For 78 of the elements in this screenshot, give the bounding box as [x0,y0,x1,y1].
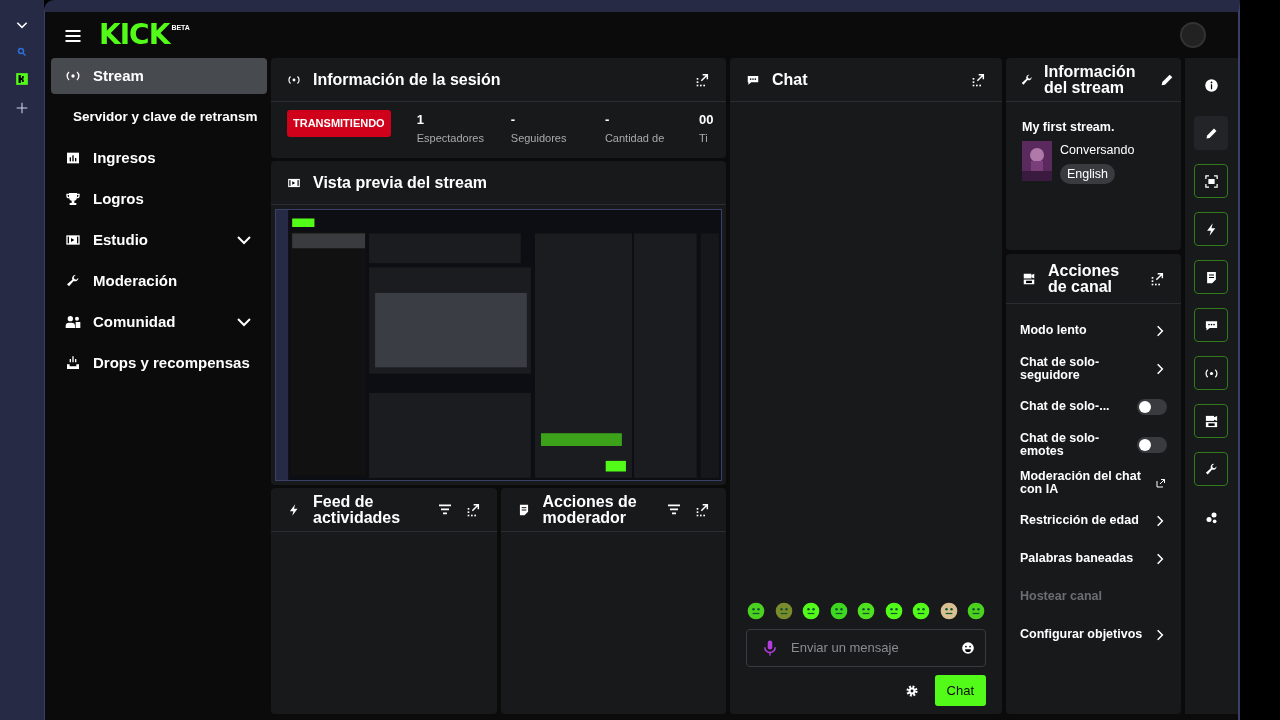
sidebar-item[interactable]: Drops y recompensas [51,345,267,381]
microphone-icon [761,638,779,657]
stat-label: Ti [699,130,709,146]
channel-action-item: Hostear canal [1006,578,1181,616]
channel-action-item[interactable]: Chat de solo-emotes [1006,426,1181,464]
panel-title: Acciones de moderador [542,493,638,526]
screen-capture-icon [1203,173,1219,189]
chat-bubble-button[interactable] [1194,308,1229,342]
stat-value: 1 [416,111,425,129]
panel-title: Acciones de canal [1048,262,1121,295]
channel-action-item[interactable]: Restricción de edad [1006,502,1181,540]
emote-icon[interactable] [966,600,986,621]
wrench-icon [1203,461,1219,477]
chart-icon [65,150,81,166]
panel-title: Vista previa del stream [313,174,489,191]
channel-action-item[interactable]: Chat de solo-... [1006,388,1181,426]
channel-action-item[interactable]: Modo lento [1006,312,1181,350]
toggle-switch[interactable] [1136,437,1167,453]
message-field[interactable]: Enviar un mensaje [746,628,986,667]
smiley-icon [961,641,975,656]
pop-out-icon [694,72,710,89]
sidebar-item[interactable]: Ingresos [51,140,267,176]
pop-out-icon [970,72,986,89]
send-button[interactable]: Chat [934,674,986,706]
screen-capture-button[interactable] [1194,164,1229,198]
message-input[interactable]: Enviar un mensaje [789,636,951,659]
camera-icon [1022,271,1036,286]
panel-title: Chat [772,71,809,88]
wrench-button[interactable] [1194,452,1229,486]
toggle-switch[interactable] [1136,399,1167,415]
emote-icon[interactable] [911,600,931,621]
emote-icon[interactable] [801,600,821,621]
pencil-button[interactable] [1194,116,1229,150]
people-icon [65,314,81,330]
channel-action-item[interactable]: Configurar objetivos [1006,616,1181,654]
bolt-button[interactable] [1194,212,1229,246]
language-tag: English [1060,163,1115,185]
wrench-icon [1020,72,1034,87]
sidebar-item[interactable]: Stream [51,58,267,94]
sidebar-item[interactable]: Estudio [51,222,267,258]
camera-icon [1203,413,1219,429]
sidebar-item[interactable]: Comunidad [51,304,267,340]
film-icon [65,232,81,248]
sidebar-item[interactable]: Logros [51,181,267,217]
emote-icon[interactable] [746,600,766,621]
external-link-icon [1154,477,1167,489]
download-tray-icon [65,355,81,371]
sidebar-item[interactable]: Moderación [51,263,267,299]
trophy-icon [65,191,81,207]
search-icon [16,46,28,58]
panel-title: Feed de actividades [313,493,402,526]
info-icon [1203,77,1219,93]
emote-icon[interactable] [938,600,959,621]
stat-value: - [604,111,611,129]
add-icon [14,100,30,116]
stat-label: Cantidad de [604,130,666,146]
stat-label: Espectadores [416,130,485,146]
pop-out-icon [694,502,710,519]
sidebar-item[interactable]: Servidor y clave de retransm [51,99,267,135]
stat-label: Seguidores [510,130,568,146]
category-name[interactable]: Conversando [1060,140,1135,160]
panel-title: Información del stream [1044,63,1137,96]
channel-action-item[interactable]: Palabras baneadas [1006,540,1181,578]
emote-icon[interactable] [883,600,904,621]
panel-title: Información de la sesión [313,71,502,88]
channel-action-item[interactable]: Moderación del chat con IA [1006,464,1181,502]
emote-icon[interactable] [828,600,849,621]
live-badge: TRANSMITIENDO [287,110,391,137]
stat-value: - [510,111,517,129]
app-logo-icon [15,72,29,86]
emote-icon[interactable] [856,600,876,621]
stream-title: My first stream. [1022,119,1116,136]
broadcast-button[interactable] [1194,356,1229,390]
settings-icon [904,684,919,698]
wrench-icon [65,273,81,289]
camera-button[interactable] [1194,404,1229,438]
channel-action-item[interactable]: Chat de solo-seguidore [1006,350,1181,388]
note-button[interactable] [1194,260,1229,294]
